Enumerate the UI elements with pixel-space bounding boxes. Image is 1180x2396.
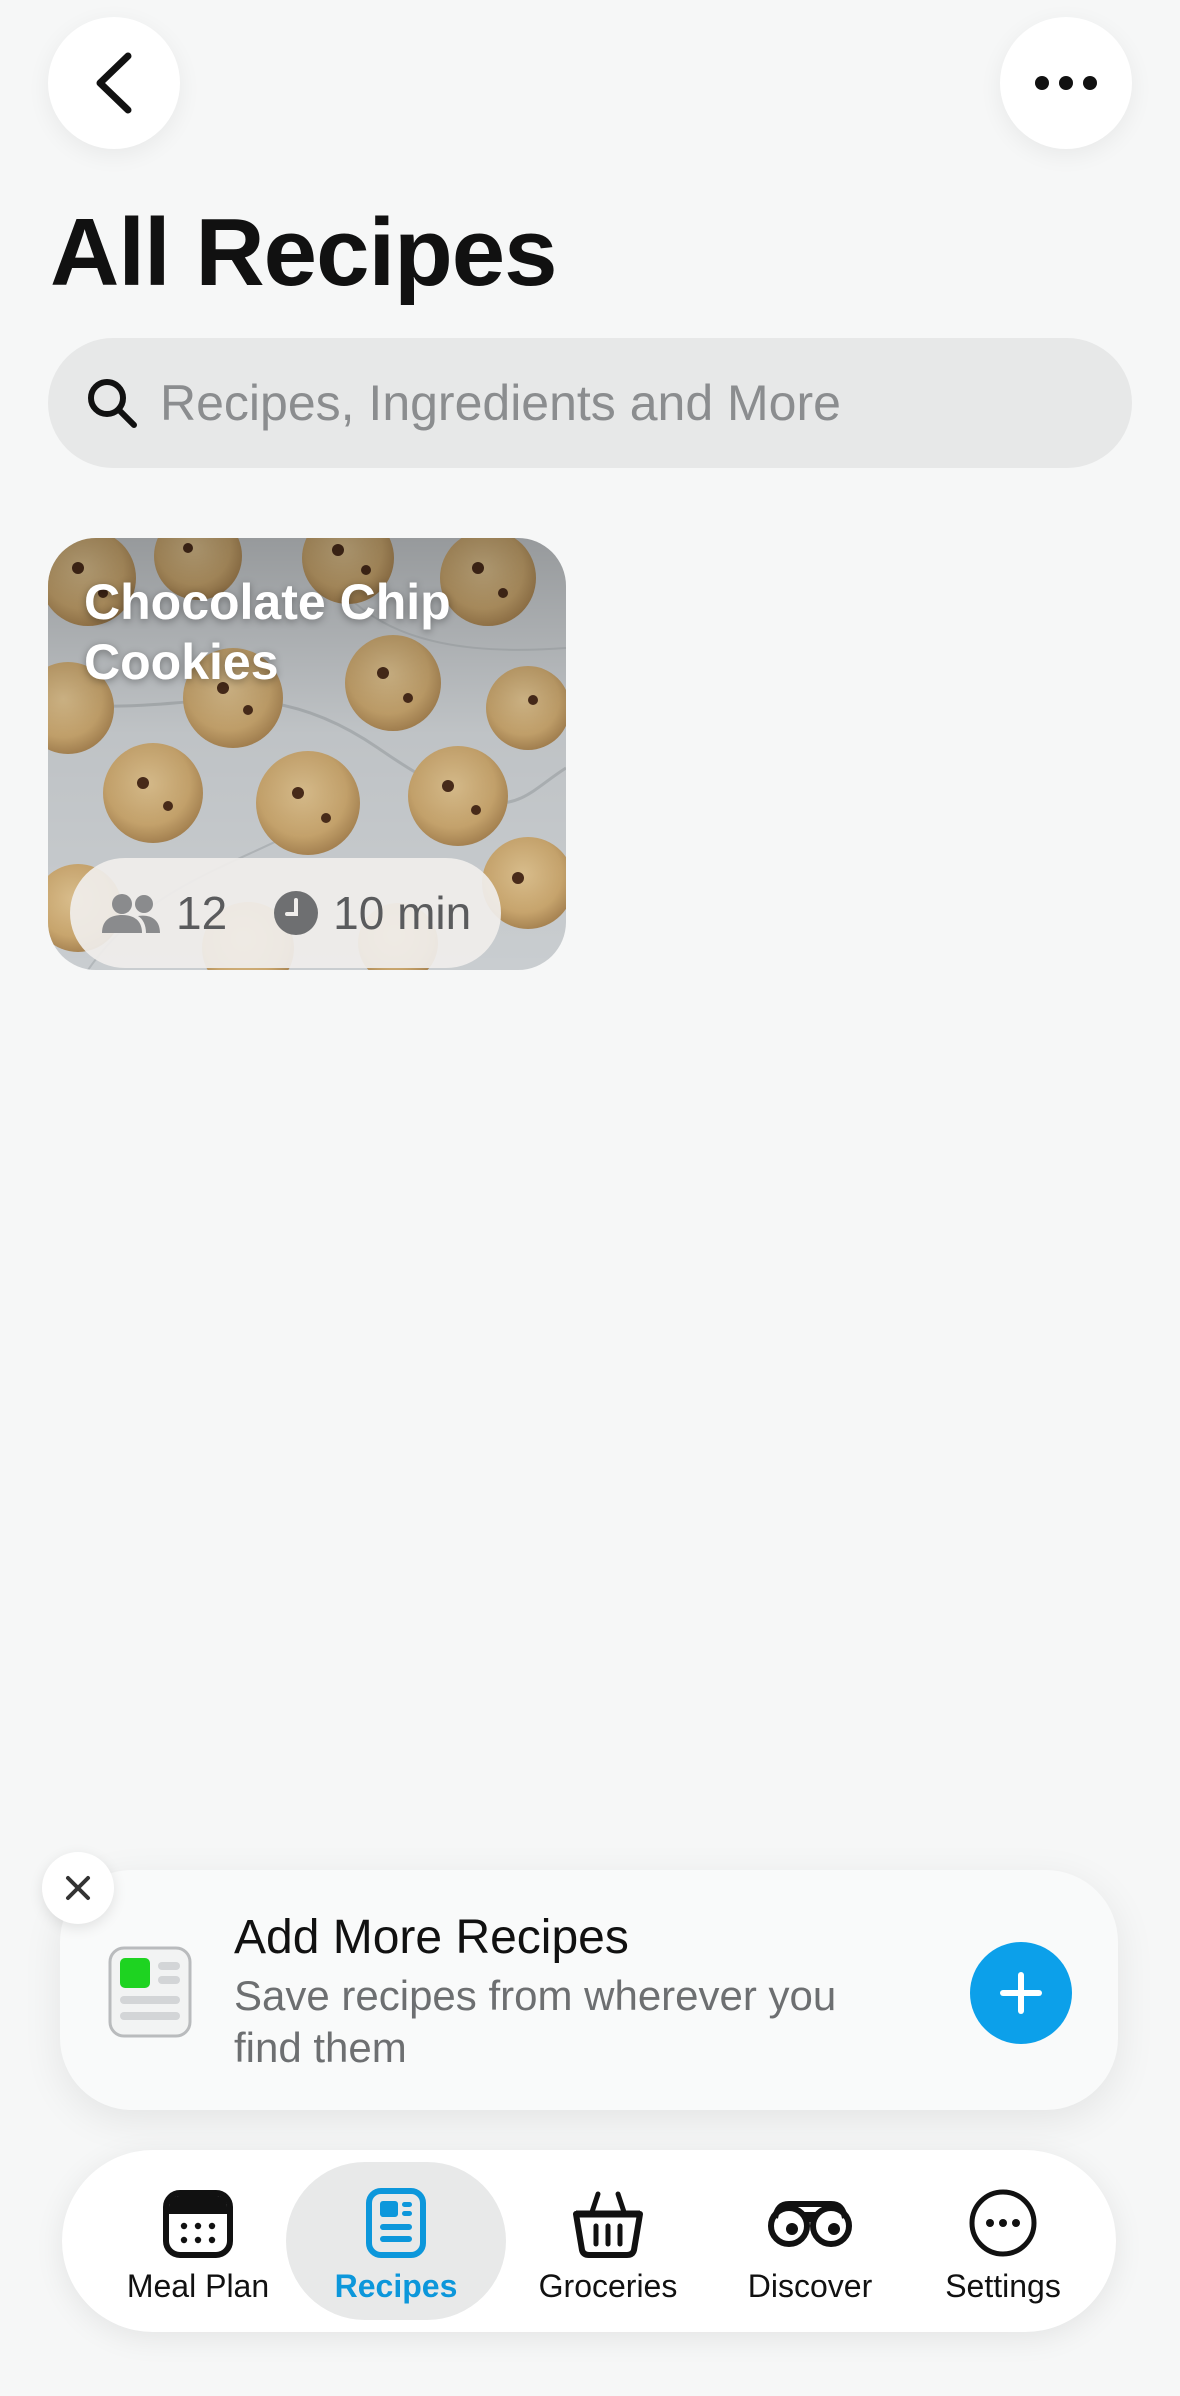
recipe-title: Chocolate Chip Cookies [84, 574, 451, 690]
all-recipes-screen: All Recipes Recipes, Ingredients and Mor… [0, 0, 1180, 2396]
cook-time: 10 min [333, 887, 472, 939]
recipe-card[interactable]: Chocolate Chip Cookies 12 10 min [48, 538, 566, 970]
calendar-icon [163, 2190, 233, 2258]
search-bar[interactable] [48, 338, 1132, 468]
close-icon [66, 1876, 90, 1900]
binoculars-icon [768, 2201, 852, 2247]
chevron-left-icon [96, 52, 132, 114]
tab-label: Discover [747, 2268, 873, 2304]
search-icon [88, 379, 137, 428]
people-icon [102, 894, 160, 933]
tab-meal-plan[interactable]: Meal Plan [108, 2162, 288, 2320]
promo-close-button[interactable] [42, 1852, 114, 1924]
basket-icon [573, 2191, 643, 2258]
back-button[interactable] [48, 17, 180, 149]
promo-description: Save recipes from wherever you find them [234, 1972, 837, 2071]
tab-recipes[interactable]: Recipes [286, 2162, 506, 2320]
tab-settings[interactable]: Settings [908, 2162, 1098, 2320]
tab-label: Recipes [334, 2268, 458, 2304]
add-more-recipes-banner[interactable]: Add More Recipes Save recipes from where… [60, 1870, 1118, 2110]
plus-icon [1000, 1972, 1042, 2014]
app-icon [108, 1946, 192, 2038]
recipe-meta-badge: 12 10 min [70, 858, 502, 968]
page-title: All Recipes [50, 199, 558, 306]
tab-label: Groceries [538, 2268, 678, 2304]
tab-label: Settings [945, 2268, 1061, 2304]
tab-bar: Meal Plan Recipes Groceries Discover Set… [62, 2150, 1116, 2332]
more-button[interactable] [1000, 17, 1132, 149]
search-input[interactable] [160, 374, 1060, 432]
tab-groceries[interactable]: Groceries [508, 2162, 708, 2320]
tab-discover[interactable]: Discover [710, 2162, 910, 2320]
recipe-book-icon [366, 2188, 426, 2258]
tab-label: Meal Plan [126, 2268, 270, 2304]
ellipsis-icon [1035, 76, 1097, 90]
ellipsis-circle-icon [969, 2189, 1037, 2257]
servings-count: 12 [176, 887, 228, 939]
add-recipe-button[interactable] [970, 1942, 1072, 2044]
clock-icon [274, 891, 319, 935]
promo-title: Add More Recipes [234, 1911, 629, 1964]
